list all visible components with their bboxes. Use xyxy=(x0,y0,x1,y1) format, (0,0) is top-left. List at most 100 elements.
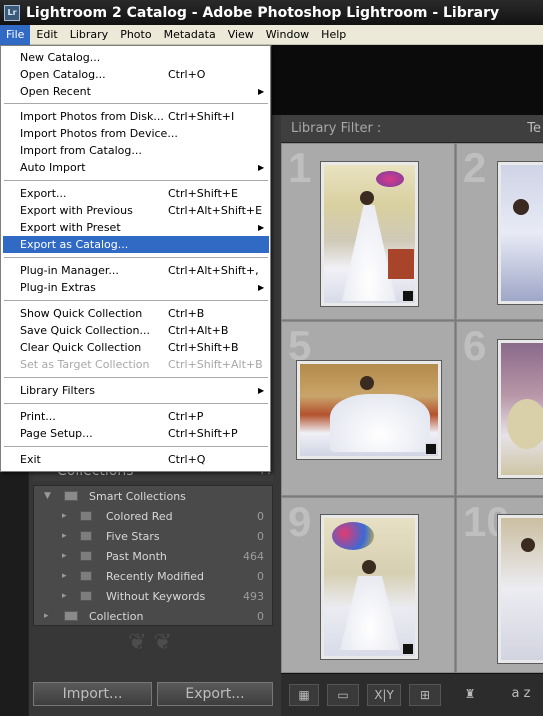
menu-item-open-recent[interactable]: Open Recent ▶ xyxy=(3,83,269,100)
menu-item-new-catalog[interactable]: New Catalog... xyxy=(3,49,269,66)
collapsed-triangle-icon: ▸ xyxy=(62,551,67,561)
collection-count: 0 xyxy=(257,569,264,583)
smart-collection-icon xyxy=(80,551,92,561)
menu-window[interactable]: Window xyxy=(260,25,315,45)
folder-icon xyxy=(64,491,78,501)
menu-item-library-filters[interactable]: Library Filters ▶ xyxy=(3,382,269,399)
edited-badge-icon xyxy=(402,643,414,655)
menu-item-export[interactable]: Export... Ctrl+Shift+E xyxy=(3,185,269,202)
balloons xyxy=(376,171,404,187)
smart-collections-group[interactable]: ▼ Smart Collections xyxy=(34,486,272,506)
submenu-arrow-icon: ▶ xyxy=(258,163,265,172)
spray-can-icon[interactable]: ♜ xyxy=(459,684,481,706)
photo-thumbnail[interactable] xyxy=(320,161,419,307)
grid-cell[interactable]: 5 xyxy=(281,321,455,496)
smart-collection-icon xyxy=(80,591,92,601)
bride-head xyxy=(360,191,374,205)
menu-item-print[interactable]: Print... Ctrl+P xyxy=(3,408,269,425)
menu-item-save-quick-collection[interactable]: Save Quick Collection... Ctrl+Alt+B xyxy=(3,322,269,339)
menu-item-open-catalog[interactable]: Open Catalog... Ctrl+O xyxy=(3,66,269,83)
grid-cell[interactable]: 1 xyxy=(281,143,455,320)
cell-number: 1 xyxy=(288,144,312,191)
menu-separator xyxy=(4,257,268,258)
cell-number: 9 xyxy=(288,498,312,545)
menu-item-export-preset[interactable]: Export with Preset ▶ xyxy=(3,219,269,236)
folder-icon xyxy=(64,611,78,621)
photo-thumbnail[interactable] xyxy=(296,360,442,460)
menu-item-page-setup[interactable]: Page Setup... Ctrl+Shift+P xyxy=(3,425,269,442)
sort-direction-button[interactable]: a z xyxy=(503,684,539,706)
menu-file[interactable]: File xyxy=(0,24,31,45)
expand-triangle-icon[interactable]: ▼ xyxy=(44,491,51,501)
lightroom-window: Lr Lightroom 2 Catalog - Adobe Photoshop… xyxy=(0,0,543,716)
collection-count: 493 xyxy=(243,589,264,603)
collapsed-triangle-icon: ▸ xyxy=(62,531,67,541)
balloons xyxy=(332,522,374,550)
smart-collection-icon xyxy=(80,511,92,521)
photo-thumbnail[interactable] xyxy=(497,514,543,664)
collection-name: Past Month xyxy=(106,549,167,563)
menu-item-show-quick-collection[interactable]: Show Quick Collection Ctrl+B xyxy=(3,305,269,322)
compare-view-button[interactable]: X|Y xyxy=(367,684,401,706)
collection-count: 0 xyxy=(257,609,264,623)
menu-item-clear-quick-collection[interactable]: Clear Quick Collection Ctrl+Shift+B xyxy=(3,339,269,356)
edited-badge-icon xyxy=(402,290,414,302)
menu-help[interactable]: Help xyxy=(315,25,352,45)
lightroom-app-icon: Lr xyxy=(4,4,20,21)
photo-thumbnail[interactable] xyxy=(497,339,543,479)
survey-view-icon[interactable]: ⊞ xyxy=(409,684,441,706)
export-button[interactable]: Export... xyxy=(157,682,273,706)
menu-item-import-catalog[interactable]: Import from Catalog... xyxy=(3,142,269,159)
smart-collection-row[interactable]: ▸ Recently Modified 0 xyxy=(34,566,272,586)
menu-view[interactable]: View xyxy=(222,25,260,45)
bride-dress xyxy=(330,394,430,452)
collapsed-triangle-icon: ▸ xyxy=(62,571,67,581)
grid-cell[interactable]: 10 xyxy=(456,497,543,673)
grid-view-icon[interactable]: ▦ xyxy=(289,684,319,706)
smart-collection-row[interactable]: ▸ Past Month 464 xyxy=(34,546,272,566)
cell-number: 2 xyxy=(463,144,487,191)
collection-count: 0 xyxy=(257,509,264,523)
smart-collection-icon xyxy=(80,571,92,581)
bride-head xyxy=(360,376,374,390)
bride-head xyxy=(521,538,535,552)
grid-cell[interactable]: 9 xyxy=(281,497,455,673)
chair xyxy=(388,249,414,279)
window-title: Lightroom 2 Catalog - Adobe Photoshop Li… xyxy=(26,4,500,21)
smart-collection-row[interactable]: ▸ Colored Red 0 xyxy=(34,506,272,526)
grid-cell[interactable]: 2 xyxy=(456,143,543,320)
menu-item-export-previous[interactable]: Export with Previous Ctrl+Alt+Shift+E xyxy=(3,202,269,219)
menu-item-set-target-collection: Set as Target Collection Ctrl+Shift+Alt+B xyxy=(20,358,263,371)
collection-count: 464 xyxy=(243,549,264,563)
cell-number: 6 xyxy=(463,322,487,369)
menu-edit[interactable]: Edit xyxy=(30,25,63,45)
menu-item-export-as-catalog[interactable]: Export as Catalog... xyxy=(3,236,269,253)
smart-collection-icon xyxy=(80,531,92,541)
file-menu-dropdown: New Catalog... Open Catalog... Ctrl+O Ope… xyxy=(0,45,271,472)
smart-collection-row[interactable]: ▸ Five Stars 0 xyxy=(34,526,272,546)
menu-item-import-device[interactable]: Import Photos from Device... xyxy=(3,125,269,142)
collection-row[interactable]: ▸ Collection 0 xyxy=(34,606,272,626)
loupe-view-icon[interactable]: ▭ xyxy=(327,684,359,706)
submenu-arrow-icon: ▶ xyxy=(258,283,265,292)
menu-separator xyxy=(4,446,268,447)
menu-separator xyxy=(4,377,268,378)
collapsed-triangle-icon: ▸ xyxy=(62,511,67,521)
photo-thumbnail[interactable] xyxy=(320,514,419,660)
collapsed-triangle-icon: ▸ xyxy=(44,611,49,621)
menu-item-exit[interactable]: Exit Ctrl+Q xyxy=(3,451,269,468)
menu-photo[interactable]: Photo xyxy=(114,25,157,45)
photo-thumbnail[interactable] xyxy=(497,161,543,305)
teddy-bear xyxy=(507,399,543,449)
menu-metadata[interactable]: Metadata xyxy=(158,25,222,45)
collection-name: Colored Red xyxy=(106,509,173,523)
menu-item-plugin-manager[interactable]: Plug-in Manager... Ctrl+Alt+Shift+, xyxy=(3,262,269,279)
menu-item-import-disk[interactable]: Import Photos from Disk... Ctrl+Shift+I xyxy=(3,108,269,125)
library-filter-text-tab[interactable]: Te xyxy=(527,115,541,143)
smart-collection-row[interactable]: ▸ Without Keywords 493 xyxy=(34,586,272,606)
menu-library[interactable]: Library xyxy=(64,25,114,45)
menu-item-plugin-extras[interactable]: Plug-in Extras ▶ xyxy=(3,279,269,296)
import-button[interactable]: Import... xyxy=(33,682,152,706)
grid-cell[interactable]: 6 xyxy=(456,321,543,496)
menu-item-auto-import[interactable]: Auto Import ▶ xyxy=(3,159,269,176)
